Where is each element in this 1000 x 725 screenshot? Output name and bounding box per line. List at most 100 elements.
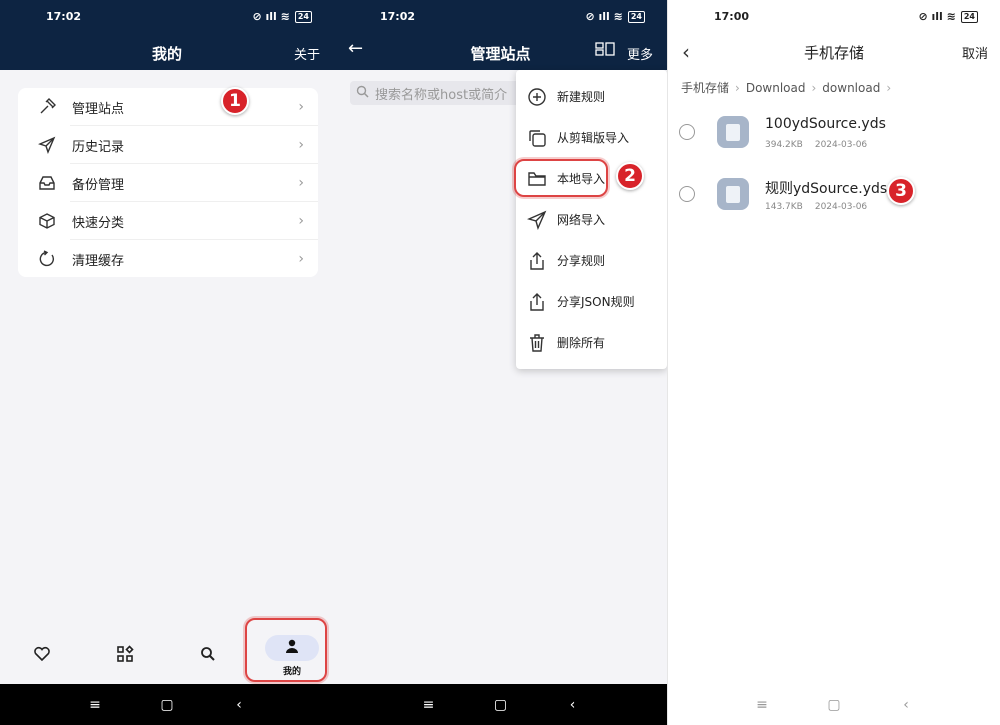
file-size: 143.7KB — [765, 202, 803, 212]
picker-header: ‹ 手机存储 取消 — [668, 34, 1000, 68]
file-row[interactable]: 规则ydSource.yds 143.7KB 2024-03-06 — [668, 165, 1000, 227]
chevron-right-icon: › — [298, 99, 304, 115]
menu-item-label: 清理缓存 — [72, 253, 125, 269]
battery-icon: 24 — [627, 10, 645, 23]
send-icon — [526, 209, 548, 231]
send-icon — [38, 136, 56, 154]
menu-item-label: 新建规则 — [557, 90, 606, 104]
chevron-right-icon: › — [298, 175, 304, 191]
chevron-right-icon: › — [735, 80, 740, 95]
highlight-box — [514, 159, 608, 197]
page-title: 管理站点 — [470, 45, 531, 63]
menu-item-label: 网络导入 — [557, 213, 606, 227]
search-icon — [199, 645, 217, 667]
menu-item-delete-all[interactable]: 删除所有 — [516, 322, 667, 363]
back-icon[interactable]: ‹ — [896, 697, 916, 713]
cube-icon — [38, 212, 56, 230]
menu-item-label: 快速分类 — [72, 215, 125, 231]
home-icon[interactable]: ▢ — [157, 697, 177, 713]
menu-icon[interactable]: ≡ — [752, 697, 772, 713]
share-icon — [526, 250, 548, 272]
chevron-right-icon: › — [811, 80, 817, 95]
menu-item-label: 管理站点 — [72, 101, 125, 117]
copy-icon — [526, 127, 548, 149]
menu-icon[interactable]: ≡ — [85, 697, 105, 713]
menu-item-share-rules[interactable]: 分享规则 — [516, 240, 667, 281]
file-row[interactable]: 100ydSource.yds 394.2KB 2024-03-06 — [668, 103, 1000, 165]
system-nav-bar: ≡ ▢ ‹ — [334, 684, 667, 725]
menu-item-network-import[interactable]: 网络导入 — [516, 199, 667, 240]
menu-item-quick-category[interactable]: 快速分类 › — [18, 202, 318, 240]
menu-item-label: 从剪辑版导入 — [557, 131, 630, 145]
status-bar: 17:02 ⊘ ıll ≋ 24 — [0, 0, 334, 34]
file-meta: 143.7KB 2024-03-06 — [765, 202, 867, 212]
battery-icon: 24 — [960, 10, 978, 23]
more-button[interactable]: 更多 — [627, 44, 653, 63]
status-time: 17:00 — [714, 10, 750, 23]
nav-discover[interactable] — [95, 628, 155, 684]
file-size: 394.2KB — [765, 140, 803, 150]
breadcrumb-item[interactable]: download — [822, 81, 880, 95]
nav-search[interactable] — [178, 628, 238, 684]
heart-icon — [33, 645, 51, 667]
chevron-right-icon: › — [298, 137, 304, 153]
breadcrumb-item[interactable]: 手机存储 — [681, 79, 729, 96]
page-title: 手机存储 — [803, 44, 864, 62]
status-icons: ⊘ ıll ≋ 24 — [918, 10, 978, 23]
file-date: 2024-03-06 — [814, 202, 868, 212]
file-name: 100ydSource.yds — [765, 116, 886, 132]
cancel-button[interactable]: 取消 — [962, 43, 988, 62]
about-button[interactable]: 关于 — [294, 44, 320, 63]
menu-icon[interactable]: ≡ — [419, 697, 439, 713]
more-dropdown-menu: 新建规则 从剪辑版导入 本地导入 网络导入 分享规则 分享JSON规则 删除所有 — [516, 70, 667, 369]
menu-item-label: 历史记录 — [72, 139, 125, 155]
signal-icon: ⊘ ıll ≋ — [252, 10, 290, 23]
status-bar: 17:02 ⊘ ıll ≋ 24 — [334, 0, 667, 34]
hammer-icon — [38, 98, 56, 116]
breadcrumb: 手机存储 › Download › download › — [681, 79, 891, 96]
select-radio[interactable] — [679, 186, 695, 202]
step-badge-1: 1 — [221, 87, 249, 115]
battery-icon: 24 — [294, 10, 312, 23]
signal-icon: ⊘ ıll ≋ — [918, 10, 956, 23]
file-date: 2024-03-06 — [814, 140, 868, 150]
system-nav-bar: ≡ ▢ ‹ — [668, 684, 1000, 725]
highlight-box — [245, 618, 327, 682]
status-time: 17:02 — [46, 10, 82, 23]
chevron-right-icon: › — [886, 80, 892, 95]
home-icon[interactable]: ▢ — [824, 697, 844, 713]
menu-item-clear-cache[interactable]: 清理缓存 › — [18, 240, 318, 278]
status-bar: 17:00 ⊘ ıll ≋ 24 — [668, 0, 1000, 34]
menu-item-share-json-rules[interactable]: 分享JSON规则 — [516, 281, 667, 322]
back-icon[interactable]: ‹ — [229, 697, 249, 713]
mine-screen: 17:02 ⊘ ıll ≋ 24 我的 关于 管理站点 › 历史记录 › 备份管… — [0, 0, 334, 725]
settings-menu-card: 管理站点 › 历史记录 › 备份管理 › 快速分类 › 清理缓存 › — [18, 88, 318, 277]
home-icon[interactable]: ▢ — [491, 697, 511, 713]
file-meta: 394.2KB 2024-03-06 — [765, 140, 867, 150]
menu-item-history[interactable]: 历史记录 › — [18, 126, 318, 164]
status-icons: ⊘ ıll ≋ 24 — [252, 10, 312, 23]
step-badge-3: 3 — [887, 177, 915, 205]
status-icons: ⊘ ıll ≋ 24 — [585, 10, 645, 23]
file-name: 规则ydSource.yds — [765, 181, 888, 197]
step-badge-2: 2 — [616, 162, 644, 190]
menu-item-backup[interactable]: 备份管理 › — [18, 164, 318, 202]
menu-item-manage-sites[interactable]: 管理站点 › — [18, 88, 318, 126]
plus-circle-icon — [526, 86, 548, 108]
select-radio[interactable] — [679, 124, 695, 140]
layout-toggle-icon[interactable] — [595, 42, 615, 56]
file-icon — [717, 178, 749, 210]
back-icon[interactable]: ‹ — [563, 697, 583, 713]
nav-favorites[interactable] — [12, 628, 72, 684]
share-icon — [526, 291, 548, 313]
chevron-right-icon: › — [298, 251, 304, 267]
menu-item-label: 备份管理 — [72, 177, 125, 193]
breadcrumb-item[interactable]: Download — [746, 81, 806, 95]
menu-item-label: 分享JSON规则 — [557, 295, 635, 309]
status-time: 17:02 — [380, 10, 416, 23]
menu-item-import-clipboard[interactable]: 从剪辑版导入 — [516, 117, 667, 158]
trash-icon — [526, 332, 548, 354]
search-placeholder: 搜索名称或host或简介 — [375, 87, 508, 103]
menu-item-new-rule[interactable]: 新建规则 — [516, 76, 667, 117]
chevron-right-icon: › — [298, 213, 304, 229]
